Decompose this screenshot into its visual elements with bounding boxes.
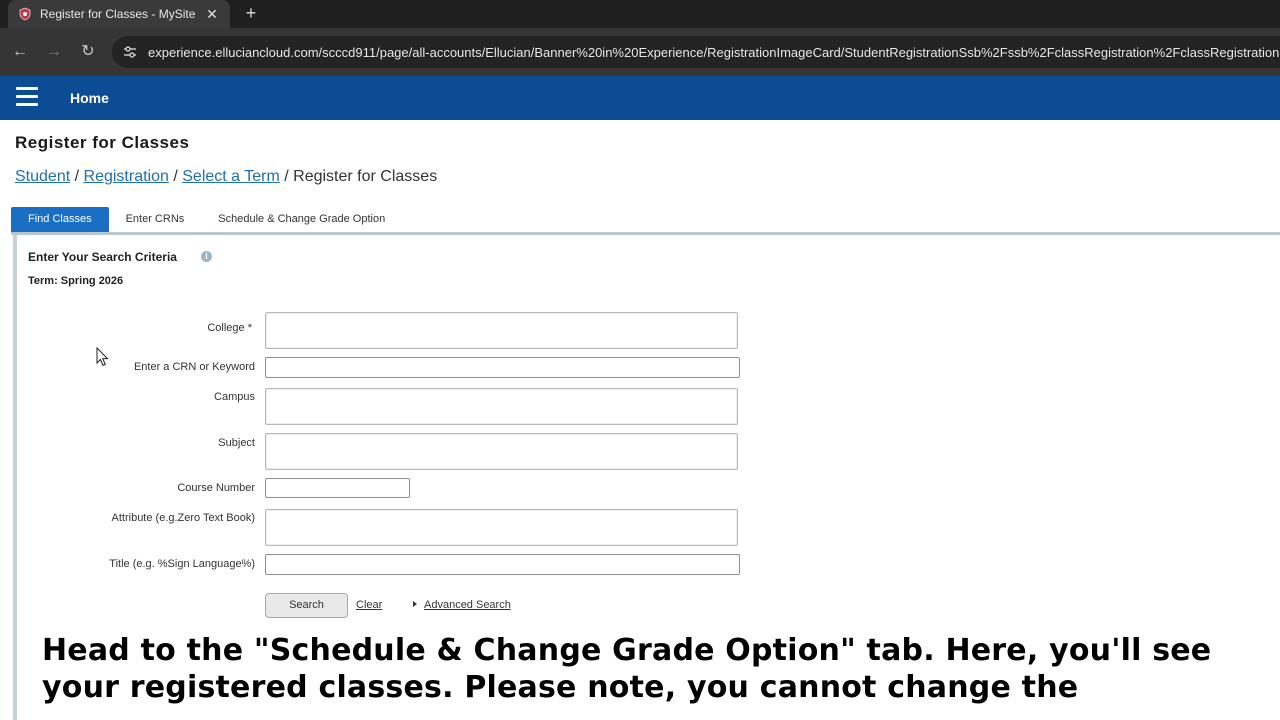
term-label: Term: Spring 2026 [28,275,124,287]
title-input[interactable] [265,554,740,575]
menu-icon[interactable] [16,87,38,109]
breadcrumb-select-term[interactable]: Select a Term [182,168,280,185]
crn-keyword-label: Enter a CRN or Keyword [133,361,255,373]
attribute-label: Attribute (e.g.Zero Text Book) [111,512,255,524]
caption-line-2: your registered classes. Please note, yo… [42,670,1079,705]
search-button[interactable]: Search [265,593,348,618]
url-text: experience.elluciancloud.com/scccd911/pa… [148,44,1280,60]
subject-select[interactable] [265,433,738,470]
browser-toolbar: ← → ↻ experience.elluciancloud.com/scccd… [0,28,1280,76]
attribute-select[interactable] [265,509,738,546]
mouse-cursor-icon [96,347,109,367]
tab-schedule-grade-option[interactable]: Schedule & Change Grade Option [201,207,402,232]
caption-line-1: Head to the "Schedule & Change Grade Opt… [42,633,1212,668]
breadcrumb-separator: / [284,168,289,185]
page-title: Register for Classes [15,133,190,152]
registration-tabs: Find Classes Enter CRNs Schedule & Chang… [11,207,402,232]
breadcrumb-separator: / [173,168,178,185]
expand-arrow-icon[interactable] [413,601,417,607]
breadcrumb-separator: / [74,168,80,185]
back-icon[interactable]: ← [10,42,30,62]
clear-link[interactable]: Clear [356,599,382,611]
info-icon[interactable]: i [201,251,212,262]
breadcrumb: Student / Registration / Select a Term /… [15,168,437,186]
breadcrumb-registration[interactable]: Registration [84,168,169,185]
browser-tab[interactable]: Register for Classes - MySite ✕ [8,0,230,28]
advanced-search-link[interactable]: Advanced Search [424,599,511,611]
campus-select[interactable] [265,388,738,425]
address-bar[interactable]: experience.elluciancloud.com/scccd911/pa… [112,36,1280,68]
tab-find-classes[interactable]: Find Classes [11,207,109,232]
search-criteria-heading: Enter Your Search Criteria [28,250,177,264]
app-header: Home [0,76,1280,120]
breadcrumb-student[interactable]: Student [15,168,70,185]
college-label: College * [207,322,252,334]
video-caption: Head to the "Schedule & Change Grade Opt… [42,632,1272,706]
close-tab-icon[interactable]: ✕ [204,6,220,23]
course-number-input[interactable] [265,478,410,498]
title-label: Title (e.g. %Sign Language%) [109,558,255,570]
subject-label: Subject [218,437,255,449]
reload-icon[interactable]: ↻ [78,42,98,62]
course-number-label: Course Number [177,482,255,494]
college-select[interactable] [265,312,738,349]
campus-label: Campus [214,391,255,403]
site-shield-icon [19,7,31,21]
tab-enter-crns[interactable]: Enter CRNs [109,207,202,232]
crn-keyword-input[interactable] [265,357,740,378]
new-tab-icon[interactable]: + [241,3,261,24]
forward-icon[interactable]: → [44,42,64,62]
browser-tab-title: Register for Classes - MySite [40,7,196,21]
site-settings-icon[interactable] [122,44,138,60]
browser-tabstrip: Register for Classes - MySite ✕ + [0,0,1280,28]
breadcrumb-current: Register for Classes [293,168,438,185]
home-link[interactable]: Home [70,90,109,106]
